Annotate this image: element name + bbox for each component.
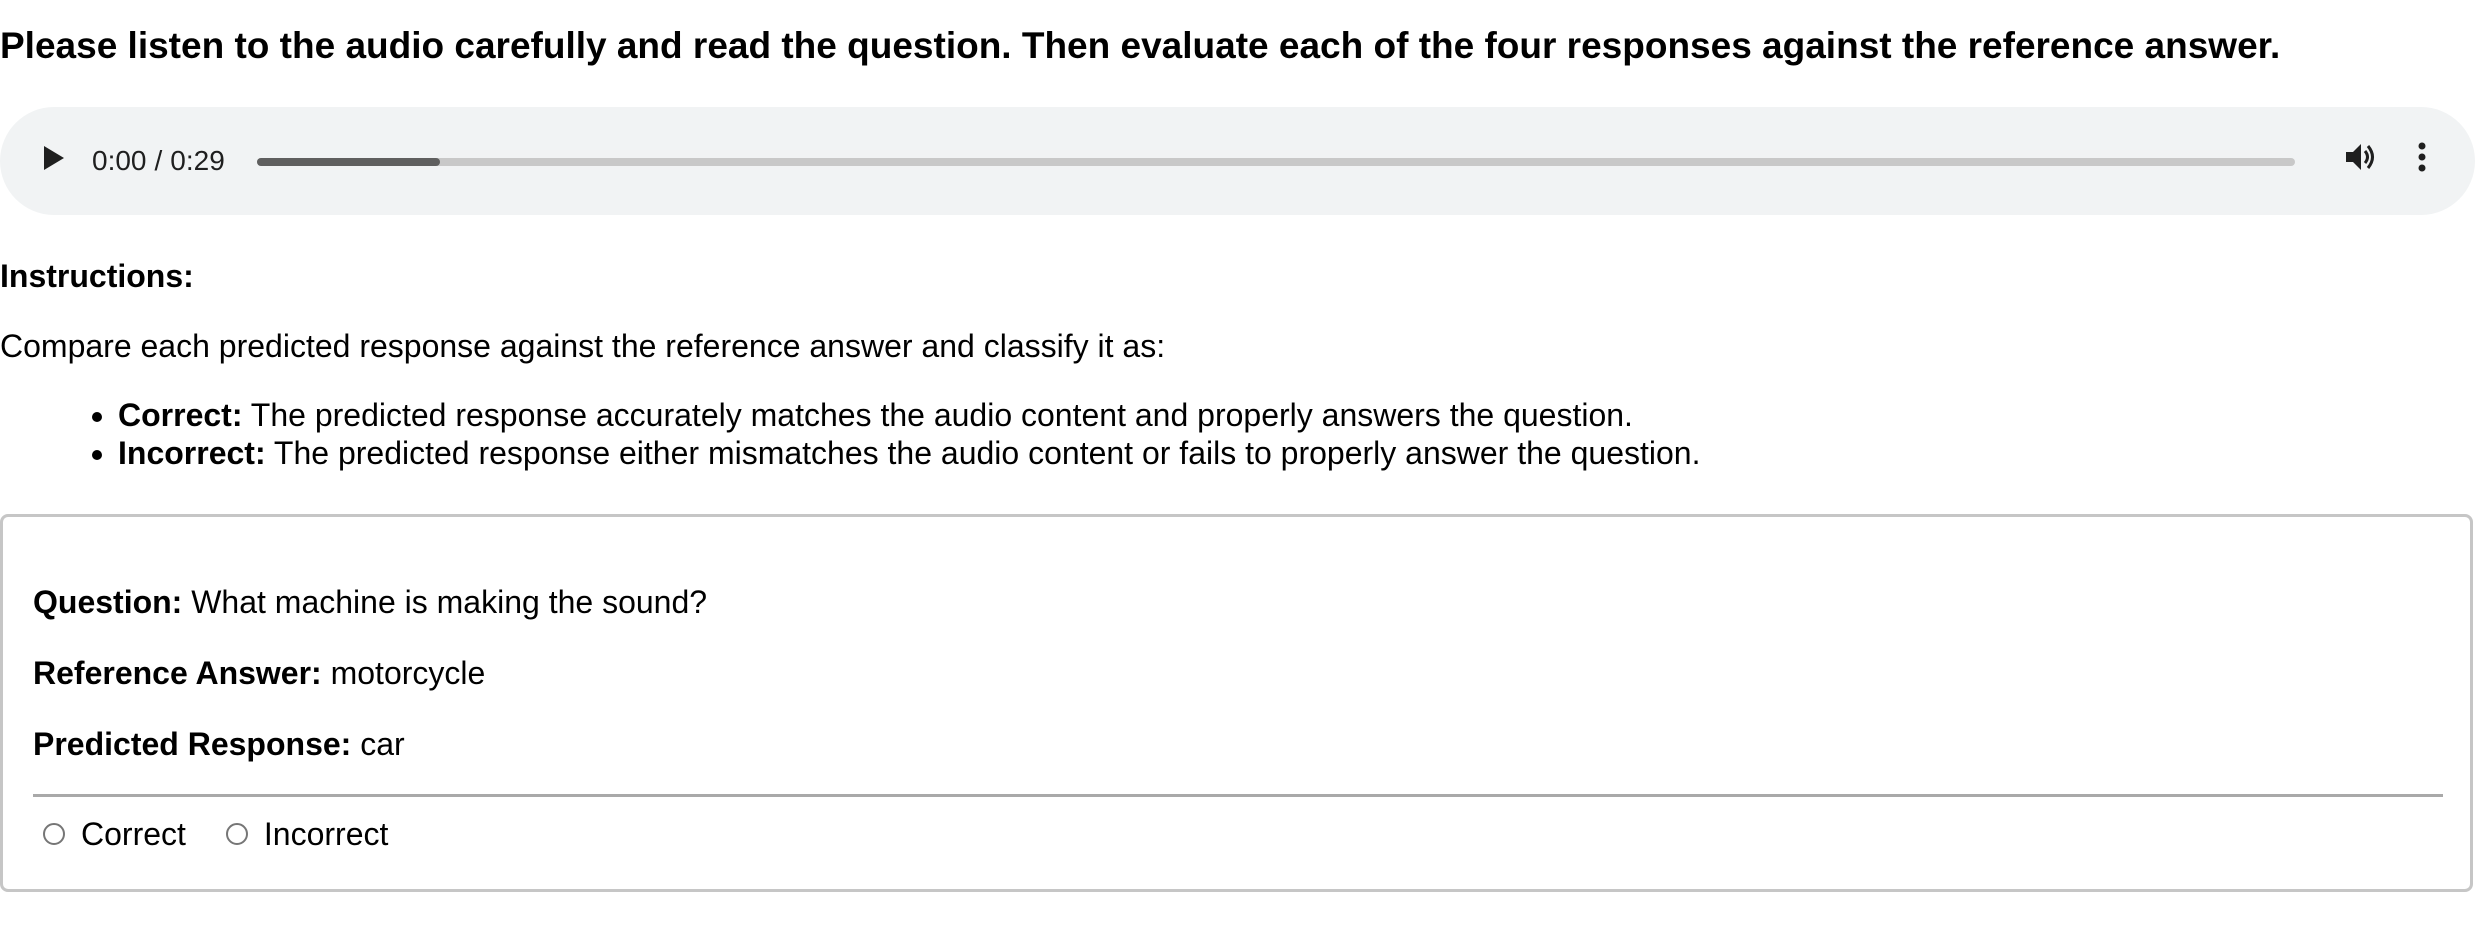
radio-incorrect[interactable] (225, 823, 248, 845)
option-incorrect-label: Incorrect (263, 816, 389, 852)
volume-icon (2343, 140, 2377, 183)
volume-button[interactable] (2336, 137, 2384, 185)
progress-bar[interactable] (257, 158, 2295, 166)
criteria-item-incorrect: Incorrect: The predicted response either… (118, 434, 1700, 472)
page-heading: Please listen to the audio carefully and… (0, 25, 2281, 66)
instructions-heading: Instructions: (0, 258, 194, 294)
predicted-text: car (351, 726, 405, 762)
reference-text: motorcycle (321, 655, 486, 691)
reference-label: Reference Answer: (33, 655, 322, 691)
divider (33, 794, 2443, 797)
more-vertical-icon (2418, 142, 2426, 181)
criteria-label: Incorrect: (118, 435, 266, 471)
time-separator: / (154, 145, 163, 176)
progress-fill (257, 158, 441, 166)
reference-line: Reference Answer: motorcycle (33, 653, 485, 693)
radio-correct[interactable] (43, 823, 65, 845)
option-incorrect[interactable]: Incorrect (225, 814, 389, 854)
criteria-item-correct: Correct: The predicted response accurate… (118, 396, 1700, 434)
current-time: 0:00 (92, 145, 147, 176)
evaluation-card: Question: What machine is making the sou… (0, 514, 2473, 892)
audio-player: 0:00/0:29 (0, 107, 2475, 215)
classification-options: Correct Incorrect (43, 814, 428, 854)
question-line: Question: What machine is making the sou… (33, 582, 707, 622)
option-correct-label: Correct (81, 816, 186, 852)
page: Please listen to the audio carefully and… (0, 0, 2475, 925)
instructions-text: Compare each predicted response against … (0, 328, 1166, 364)
time-display: 0:00/0:29 (92, 141, 225, 181)
question-text: What machine is making the sound? (182, 584, 708, 620)
predicted-label: Predicted Response: (33, 726, 352, 762)
predicted-line: Predicted Response: car (33, 724, 405, 764)
more-options-button[interactable] (2406, 137, 2438, 185)
option-correct[interactable]: Correct (43, 814, 186, 854)
criteria-description: The predicted response either mismatches… (265, 435, 1701, 471)
criteria-description: The predicted response accurately matche… (242, 397, 1633, 433)
criteria-list: Correct: The predicted response accurate… (0, 396, 1700, 472)
play-button[interactable] (30, 137, 78, 185)
question-label: Question: (33, 584, 183, 620)
play-icon (42, 142, 66, 181)
duration: 0:29 (170, 145, 225, 176)
criteria-label: Correct: (118, 397, 243, 433)
